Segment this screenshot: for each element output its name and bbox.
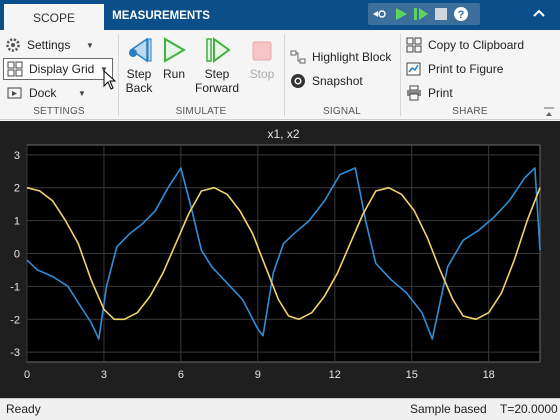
y-tick-label: 3 <box>14 150 20 162</box>
y-tick-label: 0 <box>14 249 20 261</box>
y-tick-label: 1 <box>14 216 20 228</box>
tab-measurements[interactable]: MEASUREMENTS <box>106 4 216 30</box>
dock-button[interactable]: Dock <box>6 83 56 103</box>
stop-icon <box>245 34 279 64</box>
x-tick-label: 18 <box>483 369 495 381</box>
help-icon[interactable]: ? <box>452 5 470 23</box>
print-button[interactable]: Print <box>405 83 453 103</box>
copy-to-clipboard-button[interactable]: Copy to Clipboard <box>405 35 524 55</box>
y-tick-label: -1 <box>10 281 20 293</box>
print-to-figure-button[interactable]: Print to Figure <box>405 59 503 79</box>
line-chart[interactable]: x1, x2-3-2-101230 3 6 9 12 15 18 <box>0 121 560 398</box>
stop-label: Stop <box>249 67 275 81</box>
step-back-label-line2: Back <box>125 81 153 95</box>
scope-plot-area: x1, x2 -3 -2 -1 0 1 2 3 0 3 6 9 12 15 18 <box>0 121 560 398</box>
simulate-section-label: SIMULATE <box>175 106 227 117</box>
stop-icon[interactable] <box>432 5 450 23</box>
collapse-icon[interactable] <box>530 5 548 23</box>
step-back-icon <box>120 34 158 64</box>
highlight-block-icon <box>289 48 307 66</box>
gear-icon <box>4 36 22 54</box>
step-back-button[interactable]: Step Back <box>120 34 158 95</box>
run-icon[interactable] <box>392 5 410 23</box>
camera-icon <box>289 72 307 90</box>
step-back-label-line1: Step <box>126 67 152 81</box>
clipboard-icon <box>405 36 423 54</box>
snapshot-label: Snapshot <box>312 74 363 88</box>
ribbon: Settings ▼ Display Grid ▼ Dock ▼ SETTING… <box>0 30 560 120</box>
status-mode: Sample based <box>410 402 487 416</box>
y-tick-label: -2 <box>10 314 20 326</box>
quick-access-toolbar: ? <box>368 3 480 25</box>
ribbon-expand-icon[interactable] <box>543 106 555 120</box>
settings-label: Settings <box>27 38 71 52</box>
x-tick-label: 3 <box>101 369 107 381</box>
status-ready: Ready <box>6 402 41 416</box>
run-label: Run <box>162 67 185 81</box>
step-forward-label-line1: Step <box>204 67 230 81</box>
snapshot-button[interactable]: Snapshot <box>289 71 363 91</box>
run-icon <box>158 34 190 64</box>
separator <box>284 34 285 116</box>
y-tick-label: -3 <box>10 347 20 359</box>
svg-text:?: ? <box>458 9 465 21</box>
copy-to-clipboard-label: Copy to Clipboard <box>428 38 525 52</box>
separator <box>118 34 119 116</box>
status-bar: Ready Sample based T=20.0000 <box>0 398 560 420</box>
dock-icon <box>6 84 24 102</box>
step-forward-icon[interactable] <box>412 5 430 23</box>
share-section-label: SHARE <box>452 106 488 117</box>
print-figure-icon <box>405 60 423 78</box>
x-tick-label: 9 <box>255 369 261 381</box>
step-forward-label-line2: Forward <box>194 81 239 95</box>
highlight-block-button[interactable]: Highlight Block <box>289 47 391 67</box>
stop-button[interactable]: Stop <box>245 34 279 81</box>
display-grid-button[interactable]: Display Grid <box>6 59 94 79</box>
dock-label: Dock <box>29 86 57 100</box>
display-grid-label: Display Grid <box>29 62 95 76</box>
step-forward-icon <box>192 34 242 64</box>
x-tick-label: 15 <box>406 369 418 381</box>
settings-section-label: SETTINGS <box>33 106 85 117</box>
x-tick-label: 12 <box>329 369 341 381</box>
settings-button[interactable]: Settings <box>4 35 70 55</box>
x-tick-label: 0 <box>24 369 30 381</box>
settings-caret-icon: ▼ <box>86 41 94 50</box>
status-time: T=20.0000 <box>500 402 558 416</box>
signal-section-label: SIGNAL <box>323 106 361 117</box>
highlight-block-label: Highlight Block <box>312 50 392 64</box>
tab-scope[interactable]: SCOPE <box>4 4 104 30</box>
mouse-cursor-icon <box>103 69 117 93</box>
run-button[interactable]: Run <box>158 34 190 81</box>
y-tick-label: 2 <box>14 183 20 195</box>
model-highlight-icon[interactable] <box>370 5 388 23</box>
chart-title: x1, x2 <box>267 127 299 141</box>
grid-layout-icon <box>6 60 24 78</box>
separator <box>400 34 401 116</box>
step-forward-button[interactable]: Step Forward <box>192 34 242 95</box>
print-label: Print <box>428 86 453 100</box>
print-to-figure-label: Print to Figure <box>428 62 504 76</box>
dock-caret-icon: ▼ <box>78 89 86 98</box>
x-tick-label: 6 <box>178 369 184 381</box>
tab-bar: SCOPE MEASUREMENTS ? <box>0 0 560 30</box>
printer-icon <box>405 84 423 102</box>
